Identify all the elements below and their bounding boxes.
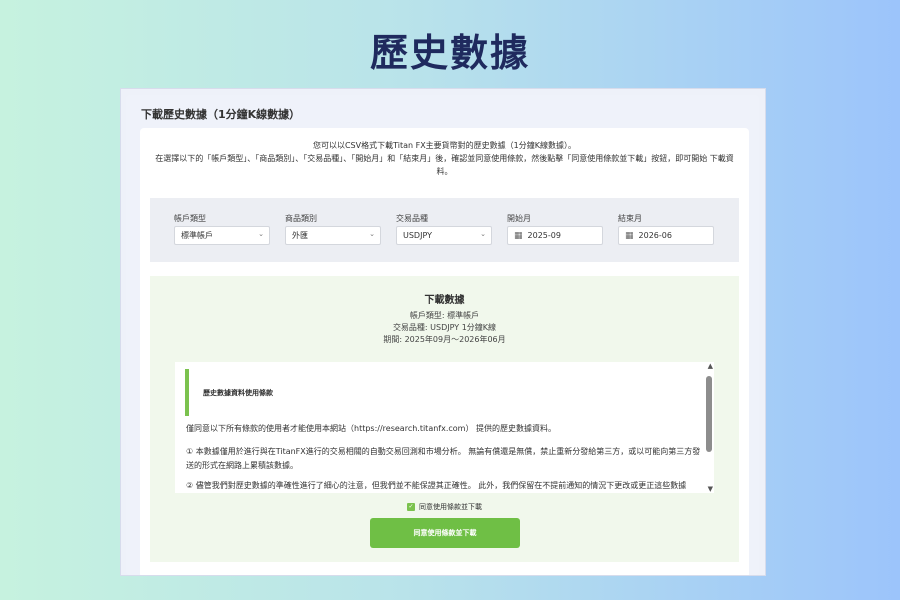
chevron-down-icon: ⌄ (480, 230, 486, 238)
account-type-value: 標準帳戶 (181, 231, 213, 240)
filter-end-month: 結束月 ▦ 2026-06 (618, 213, 714, 245)
end-month-value: 2026-06 (638, 231, 672, 240)
agree-download-button[interactable]: 同意使用條款並下載 (370, 518, 520, 548)
account-type-select[interactable]: 標準帳戶 ⌄ (174, 226, 270, 245)
intro-line-2: 在選擇以下的「帳戶類型」、「商品類別」、「交易品種」、「開始月」和「結束月」後，… (155, 154, 734, 176)
end-month-input[interactable]: ▦ 2026-06 (618, 226, 714, 245)
chevron-down-icon: ⌄ (369, 230, 375, 238)
chevron-down-icon: ⌄ (258, 230, 264, 238)
download-panel: 下載數據 帳戶類型: 標準帳戶 交易品種: USDJPY 1分鐘K線 期間: 2… (150, 276, 739, 562)
filter-start-month: 開始月 ▦ 2025-09 (507, 213, 603, 245)
agree-checkbox-label: 同意使用條款並下載 (419, 503, 482, 511)
intro-line-1: 您可以以CSV格式下載Titan FX主要貨幣對的歷史數據（1分鐘K線數據）。 (312, 141, 577, 150)
summary-account: 帳戶類型: 標準帳戶 (409, 311, 480, 320)
browser-window: 下載歷史數據（1分鐘K線數據） 您可以以CSV格式下載Titan FX主要貨幣對… (120, 88, 766, 576)
symbol-select[interactable]: USDJPY ⌄ (396, 226, 492, 245)
terms-box[interactable]: 歷史數據資料使用條款 僅同意以下所有條款的使用者才能使用本網站（https://… (175, 362, 714, 493)
content-panel: 下載歷史數據（1分鐘K線數據） 您可以以CSV格式下載Titan FX主要貨幣對… (126, 95, 759, 575)
filter-symbol: 交易品種 USDJPY ⌄ (396, 213, 492, 245)
filter-product-category: 商品類別 外匯 ⌄ (285, 213, 381, 245)
start-month-input[interactable]: ▦ 2025-09 (507, 226, 603, 245)
agree-checkbox-row[interactable]: ✓ 同意使用條款並下載 (150, 502, 739, 512)
product-category-label: 商品類別 (285, 214, 317, 223)
terms-paragraph: ② 儘管我們對歷史數據的準確性進行了細心的注意，但我們並不能保證其正確性。 此外… (186, 481, 687, 490)
section-title: 下載歷史數據（1分鐘K線數據） (141, 108, 301, 121)
terms-paragraph: 僅同意以下所有條款的使用者才能使用本網站（https://research.ti… (186, 424, 557, 433)
download-summary: 帳戶類型: 標準帳戶 交易品種: USDJPY 1分鐘K線 期間: 2025年0… (150, 310, 739, 346)
product-category-value: 外匯 (292, 231, 308, 240)
terms-accent-bar (185, 369, 189, 416)
terms-paragraph: ① 本數據僅用於進行與在TitanFX進行的交易相關的自動交易回測和市場分析。 … (186, 447, 701, 470)
page-title: 歷史數據 (369, 31, 530, 75)
terms-scrollbar[interactable]: ▲ ▼ (704, 362, 714, 493)
download-title: 下載數據 (424, 295, 465, 306)
summary-symbol: 交易品種: USDJPY 1分鐘K線 (392, 323, 497, 332)
scroll-down-icon[interactable]: ▼ (708, 485, 713, 493)
intro-text: 您可以以CSV格式下載Titan FX主要貨幣對的歷史數據（1分鐘K線數據）。 … (150, 139, 739, 178)
account-type-label: 帳戶類型 (174, 214, 206, 223)
scroll-up-icon[interactable]: ▲ (708, 362, 713, 370)
product-category-select[interactable]: 外匯 ⌄ (285, 226, 381, 245)
summary-period: 期間: 2025年09月～2026年06月 (383, 335, 506, 344)
start-month-value: 2025-09 (527, 231, 561, 240)
terms-heading: 歷史數據資料使用條款 (203, 389, 273, 397)
calendar-icon: ▦ (625, 230, 634, 241)
end-month-label: 結束月 (618, 214, 642, 223)
symbol-label: 交易品種 (396, 214, 428, 223)
filter-account-type: 帳戶類型 標準帳戶 ⌄ (174, 213, 270, 245)
agree-checkbox[interactable]: ✓ (407, 503, 415, 511)
main-card: 您可以以CSV格式下載Titan FX主要貨幣對的歷史數據（1分鐘K線數據）。 … (140, 128, 749, 575)
symbol-value: USDJPY (403, 231, 432, 240)
filter-bar: 帳戶類型 標準帳戶 ⌄ 商品類別 外匯 ⌄ 交易品種 USDJPY ⌄ 開始月 … (150, 198, 739, 262)
start-month-label: 開始月 (507, 214, 531, 223)
scrollbar-thumb[interactable] (706, 376, 712, 452)
calendar-icon: ▦ (514, 230, 523, 241)
